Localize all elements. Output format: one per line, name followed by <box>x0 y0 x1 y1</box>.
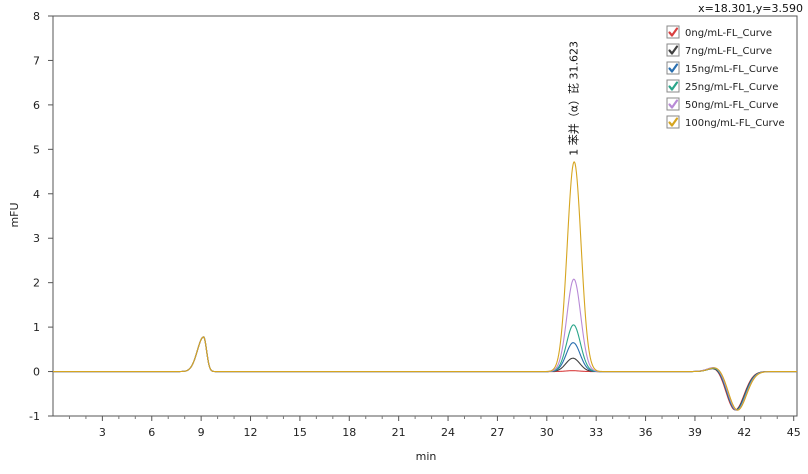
y-tick-label: 4 <box>33 188 40 201</box>
chromatogram-chart: x=18.301,y=3.590 mFU min 3 6 9 12 15 18 21 24 27… <box>0 0 808 470</box>
series-lines <box>53 161 797 411</box>
x-tick-label: 33 <box>589 426 603 439</box>
peak-annotation-label: 1 苯并（α）芘 31.623 <box>567 41 581 156</box>
cursor-coordinate-readout: x=18.301,y=3.590 <box>698 2 803 15</box>
y-tick-label: 3 <box>33 232 40 245</box>
y-tick-label: 7 <box>33 54 40 67</box>
x-tick-label: 15 <box>293 426 307 439</box>
series-line-7ng/mL-FL_Curve <box>53 336 797 411</box>
legend-label: 100ng/mL-FL_Curve <box>685 118 785 129</box>
legend: 0ng/mL-FL_Curve 7ng/mL-FL_Curve 15ng/mL-FL… <box>666 25 785 129</box>
x-axis-ticks: 3 6 9 12 15 18 21 24 27 30 33 36 39 42 45 <box>68 416 801 439</box>
y-tick-label: 6 <box>33 99 40 112</box>
chart-canvas: x=18.301,y=3.590 mFU min 3 6 9 12 15 18 21 24 27… <box>8 2 803 463</box>
x-tick-label: 9 <box>198 426 205 439</box>
legend-label: 15ng/mL-FL_Curve <box>685 64 778 75</box>
legend-item[interactable]: 0ng/mL-FL_Curve <box>666 25 772 39</box>
x-tick-label: 18 <box>342 426 356 439</box>
x-tick-label: 3 <box>99 426 106 439</box>
series-line-15ng/mL-FL_Curve <box>53 336 797 411</box>
legend-item[interactable]: 25ng/mL-FL_Curve <box>666 79 778 93</box>
y-tick-label: 1 <box>33 321 40 334</box>
x-axis-title: min <box>416 450 437 463</box>
series-line-0ng/mL-FL_Curve <box>53 336 797 411</box>
x-tick-label: 6 <box>148 426 155 439</box>
x-tick-label: 36 <box>639 426 653 439</box>
series-line-100ng/mL-FL_Curve <box>53 161 797 411</box>
x-tick-label: 21 <box>392 426 406 439</box>
series-line-50ng/mL-FL_Curve <box>53 278 797 411</box>
y-axis-ticks: -1 0 1 2 3 4 5 6 7 8 <box>29 10 53 423</box>
legend-label: 0ng/mL-FL_Curve <box>685 28 772 39</box>
x-tick-label: 45 <box>787 426 801 439</box>
y-axis-title: mFU <box>8 202 21 227</box>
legend-item[interactable]: 50ng/mL-FL_Curve <box>666 97 778 111</box>
plot-area-frame <box>52 15 798 417</box>
y-tick-label: 0 <box>33 366 40 379</box>
x-tick-label: 30 <box>540 426 554 439</box>
y-tick-label: 5 <box>33 143 40 156</box>
legend-item[interactable]: 100ng/mL-FL_Curve <box>666 115 785 129</box>
series-line-25ng/mL-FL_Curve <box>53 324 797 411</box>
x-tick-label: 24 <box>441 426 455 439</box>
y-tick-label: 2 <box>33 277 40 290</box>
legend-item[interactable]: 15ng/mL-FL_Curve <box>666 61 778 75</box>
legend-item[interactable]: 7ng/mL-FL_Curve <box>666 43 772 57</box>
y-tick-label: -1 <box>29 410 40 423</box>
legend-label: 50ng/mL-FL_Curve <box>685 100 778 111</box>
x-tick-label: 27 <box>490 426 504 439</box>
legend-label: 7ng/mL-FL_Curve <box>685 46 772 57</box>
y-tick-label: 8 <box>33 10 40 23</box>
x-tick-label: 42 <box>737 426 751 439</box>
legend-label: 25ng/mL-FL_Curve <box>685 82 778 93</box>
x-tick-label: 39 <box>688 426 702 439</box>
x-tick-label: 12 <box>244 426 258 439</box>
